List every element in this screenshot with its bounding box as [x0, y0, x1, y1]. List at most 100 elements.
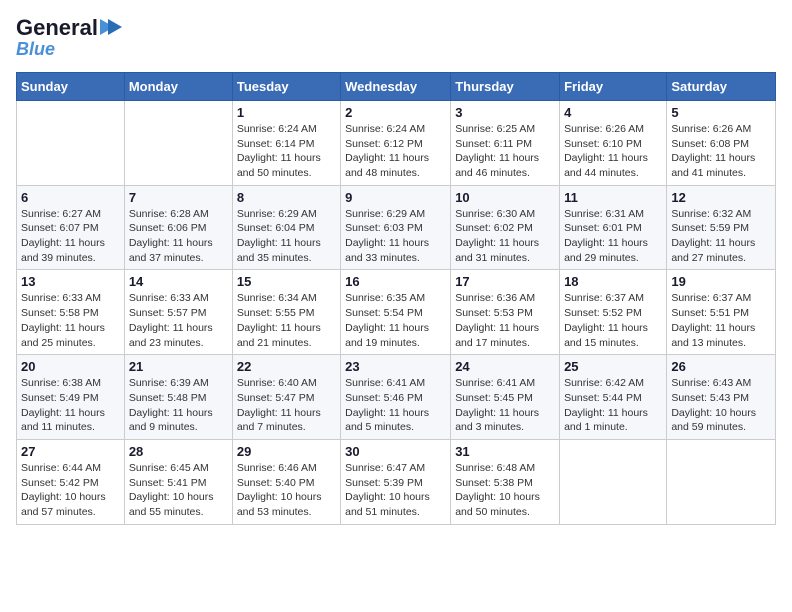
week-row-4: 20 Sunrise: 6:38 AM Sunset: 5:49 PM Dayli…: [17, 355, 776, 440]
week-row-2: 6 Sunrise: 6:27 AM Sunset: 6:07 PM Daylig…: [17, 185, 776, 270]
day-info: Sunrise: 6:35 AM Sunset: 5:54 PM Dayligh…: [345, 291, 446, 350]
day-number: 19: [671, 274, 771, 289]
day-info: Sunrise: 6:34 AM Sunset: 5:55 PM Dayligh…: [237, 291, 336, 350]
calendar-cell: 21 Sunrise: 6:39 AM Sunset: 5:48 PM Dayli…: [124, 355, 232, 440]
day-number: 23: [345, 359, 446, 374]
column-header-sunday: Sunday: [17, 72, 125, 100]
calendar-cell: 31Sunrise: 6:48 AM Sunset: 5:38 PM Dayli…: [451, 439, 560, 524]
calendar-cell: 4 Sunrise: 6:26 AM Sunset: 6:10 PM Daylig…: [560, 100, 667, 185]
day-info: Sunrise: 6:42 AM Sunset: 5:44 PM Dayligh…: [564, 376, 662, 435]
day-number: 10: [455, 190, 555, 205]
column-header-friday: Friday: [560, 72, 667, 100]
day-number: 7: [129, 190, 228, 205]
day-info: Sunrise: 6:29 AM Sunset: 6:04 PM Dayligh…: [237, 207, 336, 266]
week-row-3: 13Sunrise: 6:33 AM Sunset: 5:58 PM Dayli…: [17, 270, 776, 355]
column-header-monday: Monday: [124, 72, 232, 100]
calendar-cell: 9 Sunrise: 6:29 AM Sunset: 6:03 PM Daylig…: [341, 185, 451, 270]
logo-general: General: [16, 16, 98, 40]
week-row-5: 27 Sunrise: 6:44 AM Sunset: 5:42 PM Dayli…: [17, 439, 776, 524]
day-info: Sunrise: 6:29 AM Sunset: 6:03 PM Dayligh…: [345, 207, 446, 266]
calendar-cell: 16Sunrise: 6:35 AM Sunset: 5:54 PM Dayli…: [341, 270, 451, 355]
day-number: 11: [564, 190, 662, 205]
day-number: 26: [671, 359, 771, 374]
day-info: Sunrise: 6:43 AM Sunset: 5:43 PM Dayligh…: [671, 376, 771, 435]
day-info: Sunrise: 6:44 AM Sunset: 5:42 PM Dayligh…: [21, 461, 120, 520]
day-info: Sunrise: 6:36 AM Sunset: 5:53 PM Dayligh…: [455, 291, 555, 350]
day-number: 4: [564, 105, 662, 120]
calendar-cell: 19 Sunrise: 6:37 AM Sunset: 5:51 PM Dayli…: [667, 270, 776, 355]
calendar-cell: 27 Sunrise: 6:44 AM Sunset: 5:42 PM Dayli…: [17, 439, 125, 524]
calendar-cell: 13Sunrise: 6:33 AM Sunset: 5:58 PM Dayli…: [17, 270, 125, 355]
calendar-cell: 8Sunrise: 6:29 AM Sunset: 6:04 PM Daylig…: [232, 185, 340, 270]
day-info: Sunrise: 6:47 AM Sunset: 5:39 PM Dayligh…: [345, 461, 446, 520]
calendar-cell: [17, 100, 125, 185]
day-number: 6: [21, 190, 120, 205]
calendar-cell: 22 Sunrise: 6:40 AM Sunset: 5:47 PM Dayli…: [232, 355, 340, 440]
day-number: 17: [455, 274, 555, 289]
calendar-cell: 28 Sunrise: 6:45 AM Sunset: 5:41 PM Dayli…: [124, 439, 232, 524]
logo: General Blue: [16, 16, 122, 60]
day-info: Sunrise: 6:31 AM Sunset: 6:01 PM Dayligh…: [564, 207, 662, 266]
calendar-cell: 25 Sunrise: 6:42 AM Sunset: 5:44 PM Dayli…: [560, 355, 667, 440]
logo-arrow-icon: [100, 18, 122, 36]
day-number: 27: [21, 444, 120, 459]
calendar-cell: 10 Sunrise: 6:30 AM Sunset: 6:02 PM Dayli…: [451, 185, 560, 270]
day-info: Sunrise: 6:24 AM Sunset: 6:12 PM Dayligh…: [345, 122, 446, 181]
calendar-cell: [560, 439, 667, 524]
day-info: Sunrise: 6:38 AM Sunset: 5:49 PM Dayligh…: [21, 376, 120, 435]
calendar-cell: 20 Sunrise: 6:38 AM Sunset: 5:49 PM Dayli…: [17, 355, 125, 440]
day-number: 9: [345, 190, 446, 205]
day-number: 21: [129, 359, 228, 374]
calendar-cell: 18 Sunrise: 6:37 AM Sunset: 5:52 PM Dayli…: [560, 270, 667, 355]
column-header-saturday: Saturday: [667, 72, 776, 100]
calendar-cell: 26 Sunrise: 6:43 AM Sunset: 5:43 PM Dayli…: [667, 355, 776, 440]
day-number: 12: [671, 190, 771, 205]
day-info: Sunrise: 6:26 AM Sunset: 6:10 PM Dayligh…: [564, 122, 662, 181]
calendar-cell: 14Sunrise: 6:33 AM Sunset: 5:57 PM Dayli…: [124, 270, 232, 355]
day-number: 15: [237, 274, 336, 289]
day-info: Sunrise: 6:41 AM Sunset: 5:46 PM Dayligh…: [345, 376, 446, 435]
day-info: Sunrise: 6:33 AM Sunset: 5:58 PM Dayligh…: [21, 291, 120, 350]
day-info: Sunrise: 6:46 AM Sunset: 5:40 PM Dayligh…: [237, 461, 336, 520]
calendar-cell: 7 Sunrise: 6:28 AM Sunset: 6:06 PM Daylig…: [124, 185, 232, 270]
day-info: Sunrise: 6:37 AM Sunset: 5:51 PM Dayligh…: [671, 291, 771, 350]
calendar-cell: 6 Sunrise: 6:27 AM Sunset: 6:07 PM Daylig…: [17, 185, 125, 270]
day-info: Sunrise: 6:37 AM Sunset: 5:52 PM Dayligh…: [564, 291, 662, 350]
day-number: 29: [237, 444, 336, 459]
column-headers-row: SundayMondayTuesdayWednesdayThursdayFrid…: [17, 72, 776, 100]
day-info: Sunrise: 6:25 AM Sunset: 6:11 PM Dayligh…: [455, 122, 555, 181]
calendar-cell: [667, 439, 776, 524]
calendar-cell: 17 Sunrise: 6:36 AM Sunset: 5:53 PM Dayli…: [451, 270, 560, 355]
day-number: 18: [564, 274, 662, 289]
day-number: 22: [237, 359, 336, 374]
day-number: 31: [455, 444, 555, 459]
day-number: 25: [564, 359, 662, 374]
page-header: General Blue: [16, 16, 776, 60]
calendar-cell: 24Sunrise: 6:41 AM Sunset: 5:45 PM Dayli…: [451, 355, 560, 440]
calendar-cell: 3 Sunrise: 6:25 AM Sunset: 6:11 PM Daylig…: [451, 100, 560, 185]
day-info: Sunrise: 6:30 AM Sunset: 6:02 PM Dayligh…: [455, 207, 555, 266]
column-header-wednesday: Wednesday: [341, 72, 451, 100]
day-number: 1: [237, 105, 336, 120]
logo-blue: Blue: [16, 40, 55, 60]
day-number: 14: [129, 274, 228, 289]
day-info: Sunrise: 6:27 AM Sunset: 6:07 PM Dayligh…: [21, 207, 120, 266]
day-number: 5: [671, 105, 771, 120]
calendar-cell: 11 Sunrise: 6:31 AM Sunset: 6:01 PM Dayli…: [560, 185, 667, 270]
calendar-cell: 30 Sunrise: 6:47 AM Sunset: 5:39 PM Dayli…: [341, 439, 451, 524]
calendar-cell: 5 Sunrise: 6:26 AM Sunset: 6:08 PM Daylig…: [667, 100, 776, 185]
day-number: 3: [455, 105, 555, 120]
day-info: Sunrise: 6:28 AM Sunset: 6:06 PM Dayligh…: [129, 207, 228, 266]
calendar-table: SundayMondayTuesdayWednesdayThursdayFrid…: [16, 72, 776, 525]
day-info: Sunrise: 6:40 AM Sunset: 5:47 PM Dayligh…: [237, 376, 336, 435]
day-info: Sunrise: 6:39 AM Sunset: 5:48 PM Dayligh…: [129, 376, 228, 435]
day-info: Sunrise: 6:45 AM Sunset: 5:41 PM Dayligh…: [129, 461, 228, 520]
calendar-cell: 2Sunrise: 6:24 AM Sunset: 6:12 PM Daylig…: [341, 100, 451, 185]
calendar-cell: [124, 100, 232, 185]
day-info: Sunrise: 6:26 AM Sunset: 6:08 PM Dayligh…: [671, 122, 771, 181]
calendar-cell: 15 Sunrise: 6:34 AM Sunset: 5:55 PM Dayli…: [232, 270, 340, 355]
day-info: Sunrise: 6:32 AM Sunset: 5:59 PM Dayligh…: [671, 207, 771, 266]
day-number: 28: [129, 444, 228, 459]
day-number: 30: [345, 444, 446, 459]
day-number: 20: [21, 359, 120, 374]
